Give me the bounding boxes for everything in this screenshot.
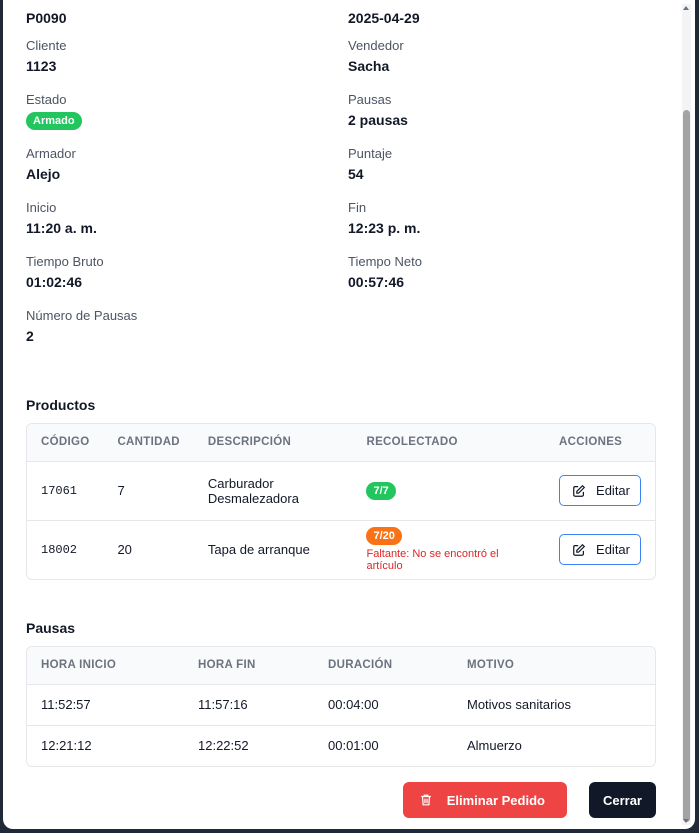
cantidad-cell: 7 <box>103 461 194 521</box>
fin-field: Fin 12:23 p. m. <box>348 199 656 253</box>
col-hora-fin: HORA FIN <box>184 647 314 685</box>
status-badge: Armado <box>26 112 82 130</box>
delete-order-label: Eliminar Pedido <box>446 792 545 808</box>
faltante-label: Faltante: <box>366 548 410 561</box>
vendedor-label: Vendedor <box>348 38 404 53</box>
motivo-cell: Motivos sanitarios <box>453 684 655 726</box>
tiempo-bruto-field: Tiempo Bruto 01:02:46 <box>26 253 348 307</box>
hora-fin-cell: 11:57:16 <box>184 684 314 726</box>
inicio-value: 11:20 a. m. <box>26 220 97 236</box>
order-id: P0090 <box>26 10 67 26</box>
modal-scroll-area: P0090 2025-04-29 Cliente 1123 Vendedor S… <box>3 0 679 829</box>
codigo-cell: 17061 <box>27 461 104 521</box>
recolectado-cell: 7/7 <box>352 461 546 521</box>
col-motivo: MOTIVO <box>453 647 655 685</box>
recolectado-cell: 7/20 Faltante: No se encontró el artícul… <box>352 520 545 579</box>
faltante-note: Faltante: No se encontró el artículo <box>366 548 531 572</box>
table-row: 11:52:57 11:57:16 00:04:00 Motivos sanit… <box>27 684 655 726</box>
tiempo-neto-value: 00:57:46 <box>348 274 405 290</box>
pausas-value: 2 pausas <box>348 112 408 128</box>
col-hora-inicio: HORA INICIO <box>27 647 184 685</box>
order-date: 2025-04-29 <box>348 10 420 26</box>
table-row: 18002 20 Tapa de arranque 7/20 Faltante:… <box>27 520 655 579</box>
edit-button[interactable]: Editar <box>559 534 641 566</box>
descripcion-cell: Tapa de arranque <box>207 542 310 558</box>
numero-pausas-value: 2 <box>26 328 34 344</box>
vendedor-field: Vendedor Sacha <box>348 37 656 91</box>
tiempo-bruto-value: 01:02:46 <box>26 274 83 290</box>
cliente-label: Cliente <box>26 38 67 53</box>
vendedor-value: Sacha <box>348 58 390 74</box>
col-codigo: CÓDIGO <box>27 424 104 462</box>
trash-icon <box>420 794 431 806</box>
pencil-square-icon <box>573 543 586 556</box>
col-duracion: DURACIÓN <box>314 647 453 685</box>
recolectado-badge: 7/20 <box>366 527 402 546</box>
cantidad-cell: 20 <box>117 542 132 558</box>
pausas-header-row: HORA INICIO HORA FIN DURACIÓN MOTIVO <box>27 647 655 685</box>
edit-button-label: Editar <box>596 483 630 498</box>
pencil-square-icon <box>573 484 586 497</box>
puntaje-label: Puntaje <box>348 146 393 161</box>
numero-pausas-label: Número de Pausas <box>26 308 138 323</box>
acciones-cell: Editar <box>545 461 655 521</box>
pausas-label: Pausas <box>348 92 392 107</box>
estado-label: Estado <box>26 92 67 107</box>
scroll-up-arrow-icon[interactable] <box>683 6 689 10</box>
table-row: 17061 7 Carburador Desmalezadora 7/7 Edi… <box>27 461 655 521</box>
armador-label: Armador <box>26 146 76 161</box>
tiempo-bruto-label: Tiempo Bruto <box>26 254 104 269</box>
duracion-cell: 00:04:00 <box>314 684 453 726</box>
tiempo-neto-label: Tiempo Neto <box>348 254 422 269</box>
productos-header-row: CÓDIGO CANTIDAD DESCRIPCIÓN RECOLECTADO … <box>27 424 655 462</box>
hora-fin-cell: 12:22:52 <box>198 738 249 754</box>
fin-label: Fin <box>348 200 367 215</box>
descripcion-cell: Carburador Desmalezadora <box>193 461 353 521</box>
acciones-cell: Editar <box>545 520 655 579</box>
table-row: 12:21:12 12:22:52 00:01:00 Almuerzo <box>27 725 655 766</box>
pausas-title: Pausas <box>26 620 76 636</box>
col-descripcion: DESCRIPCIÓN <box>193 424 353 462</box>
edit-button[interactable]: Editar <box>559 475 641 506</box>
vertical-scrollbar[interactable] <box>682 4 691 825</box>
inicio-field: Inicio 11:20 a. m. <box>26 199 348 253</box>
order-summary-grid: P0090 2025-04-29 Cliente 1123 Vendedor S… <box>26 0 656 361</box>
delete-order-button[interactable]: Eliminar Pedido <box>402 782 567 818</box>
cliente-value: 1123 <box>26 58 57 74</box>
scrollbar-thumb[interactable] <box>683 110 690 822</box>
productos-table: CÓDIGO CANTIDAD DESCRIPCIÓN RECOLECTADO … <box>26 423 656 580</box>
order-date-field: 2025-04-29 <box>348 0 656 37</box>
pausas-table: HORA INICIO HORA FIN DURACIÓN MOTIVO 11:… <box>26 646 656 767</box>
order-detail-modal: P0090 2025-04-29 Cliente 1123 Vendedor S… <box>3 0 695 829</box>
inicio-label: Inicio <box>26 200 57 215</box>
recolectado-badge: 7/7 <box>366 481 396 500</box>
fin-value: 12:23 p. m. <box>348 220 421 236</box>
puntaje-field: Puntaje 54 <box>348 145 656 199</box>
armador-field: Armador Alejo <box>26 145 348 199</box>
puntaje-value: 54 <box>348 166 364 182</box>
edit-button-label: Editar <box>596 542 630 558</box>
codigo-cell: 18002 <box>41 542 78 557</box>
scroll-down-arrow-icon[interactable] <box>683 819 689 823</box>
pausas-field: Pausas 2 pausas <box>348 91 656 145</box>
col-recolectado: RECOLECTADO <box>352 424 546 462</box>
armador-value: Alejo <box>26 166 61 182</box>
cliente-field: Cliente 1123 <box>26 37 348 91</box>
tiempo-neto-field: Tiempo Neto 00:57:46 <box>348 253 656 307</box>
hora-inicio-cell: 11:52:57 <box>27 684 184 726</box>
numero-pausas-field: Número de Pausas 2 <box>26 307 348 361</box>
duracion-cell: 00:01:00 <box>328 738 379 754</box>
order-id-field: P0090 <box>26 0 348 37</box>
estado-field: Estado Armado <box>26 91 348 145</box>
close-button[interactable]: Cerrar <box>588 782 656 818</box>
productos-title: Productos <box>26 397 96 413</box>
motivo-cell: Almuerzo <box>467 738 522 754</box>
modal-footer: Eliminar Pedido Cerrar <box>26 782 656 818</box>
col-cantidad: CANTIDAD <box>103 424 194 462</box>
col-acciones: ACCIONES <box>545 424 655 462</box>
hora-inicio-cell: 12:21:12 <box>41 738 92 754</box>
